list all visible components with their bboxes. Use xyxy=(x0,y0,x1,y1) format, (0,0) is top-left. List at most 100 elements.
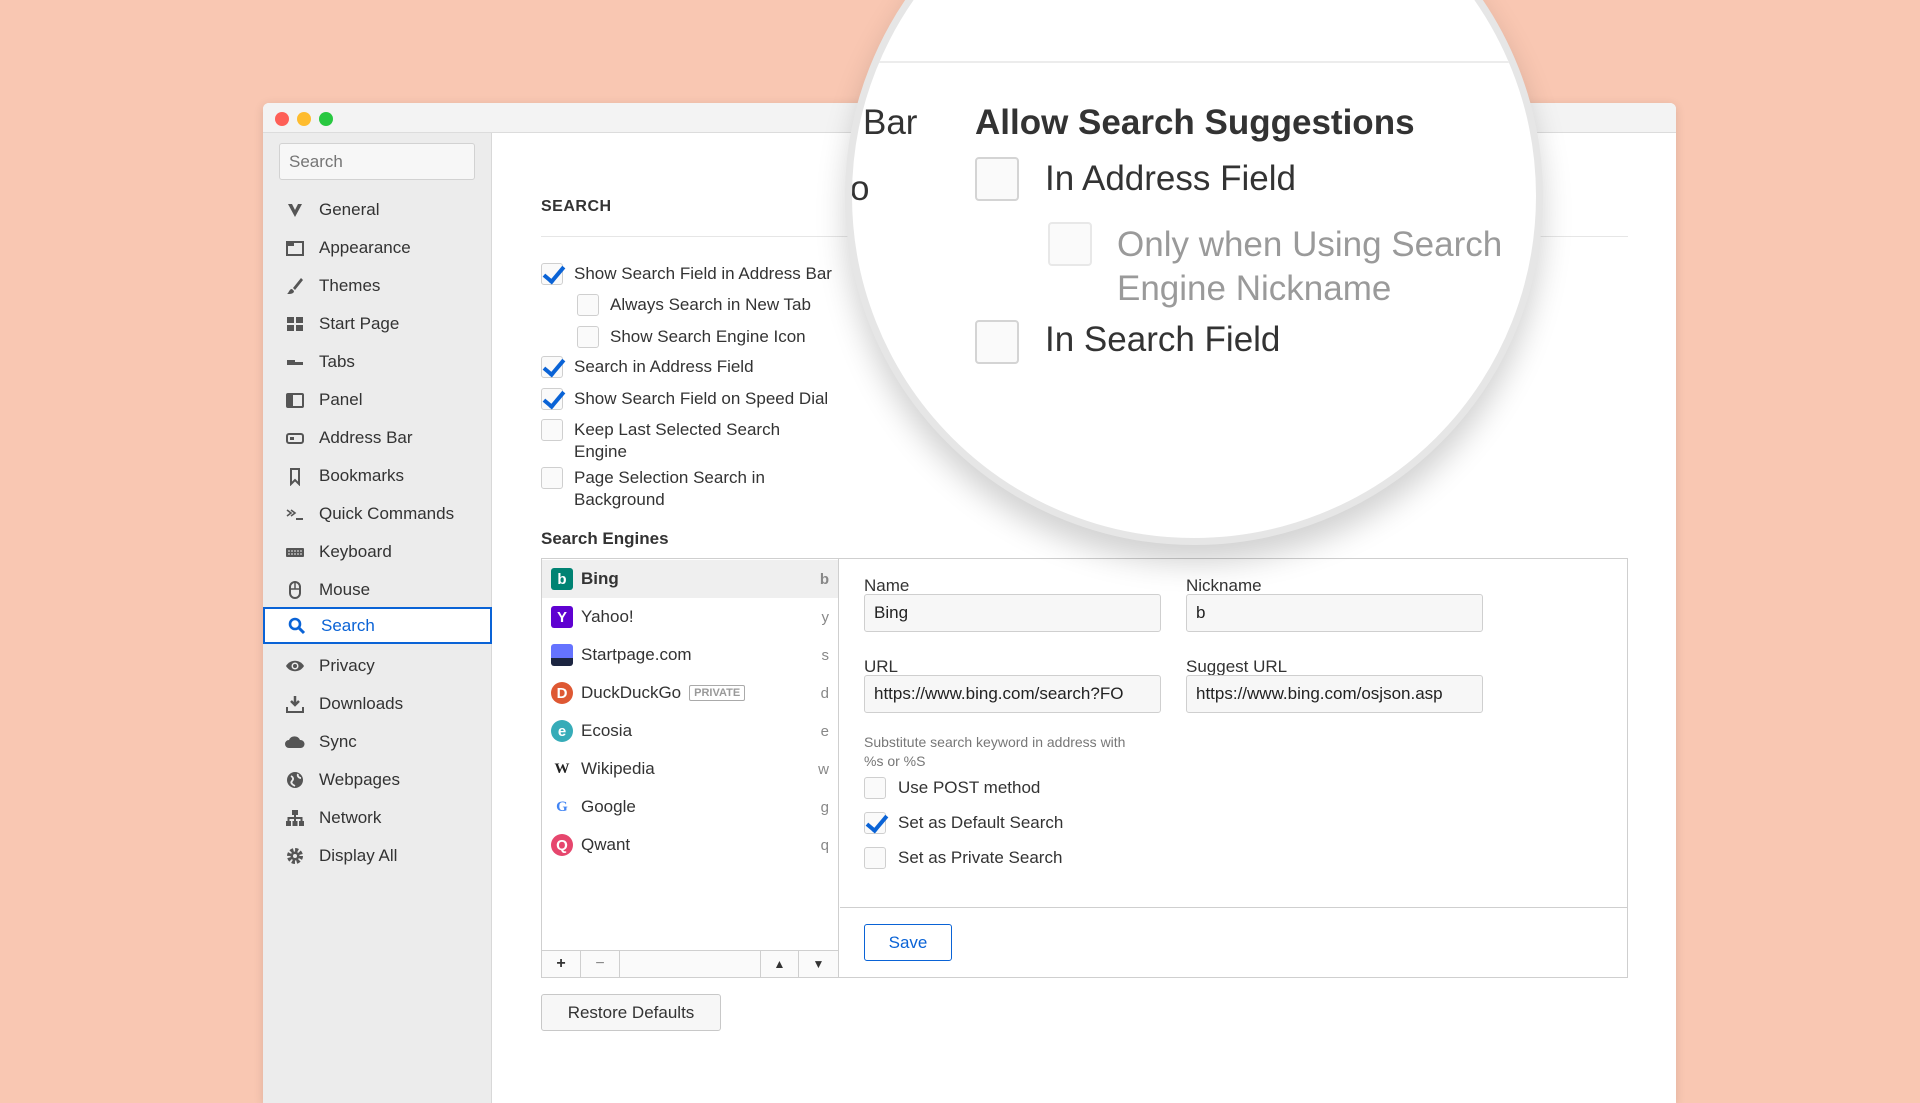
tabs-icon xyxy=(283,352,307,372)
engine-row-ecosia[interactable]: e Ecosia e xyxy=(542,712,838,750)
option-checkbox[interactable] xyxy=(577,294,599,316)
in-address-field-label: In Address Field xyxy=(1045,159,1296,198)
engine-name: Yahoo! xyxy=(581,607,634,626)
restore-defaults-button[interactable]: Restore Defaults xyxy=(541,994,721,1031)
sidebar-item-sync[interactable]: Sync xyxy=(263,723,492,760)
move-down-button[interactable]: ▼ xyxy=(799,951,838,977)
sidebar-item-label: Sync xyxy=(319,731,357,751)
option-checkbox[interactable] xyxy=(541,263,563,285)
option-label: Show Search Engine Icon xyxy=(610,327,806,346)
list-toolbar: + − ▲ ▼ xyxy=(542,950,838,977)
option-checkbox[interactable] xyxy=(541,388,563,410)
minimize-button[interactable] xyxy=(297,112,311,126)
grid-icon xyxy=(283,314,307,334)
sidebar-item-search[interactable]: Search xyxy=(263,607,492,644)
private-search-label: Set as Private Search xyxy=(898,848,1063,867)
remove-engine-button[interactable]: − xyxy=(581,951,620,977)
sidebar-item-bookmarks[interactable]: Bookmarks xyxy=(263,457,492,494)
sidebar-item-label: Bookmarks xyxy=(319,465,405,485)
terminal-icon xyxy=(283,504,307,524)
name-input[interactable]: Bing xyxy=(864,594,1161,632)
url-input[interactable]: https://www.bing.com/search?FO xyxy=(864,675,1161,713)
private-badge: PRIVATE xyxy=(689,685,746,701)
google-logo-icon: G xyxy=(551,796,573,818)
cloud-icon xyxy=(283,732,307,752)
sidebar-item-label: Network xyxy=(319,807,382,827)
sidebar-item-quick-commands[interactable]: Quick Commands xyxy=(263,495,492,532)
engine-name: Ecosia xyxy=(581,721,633,740)
nickname-only-checkbox[interactable] xyxy=(1048,222,1092,266)
sidebar-item-display-all[interactable]: Display All xyxy=(263,837,492,874)
search-engines-table: b Bing b Y Yahoo! y Startpage.com s D DuckDuckGo P… xyxy=(541,558,1628,978)
section-title: SEARCH xyxy=(541,198,612,215)
engine-row-qwant[interactable]: Q Qwant q xyxy=(542,826,838,864)
option-label: Search in Address Field xyxy=(574,357,754,376)
download-icon xyxy=(283,694,307,714)
zoom-button[interactable] xyxy=(319,112,333,126)
add-engine-button[interactable]: + xyxy=(542,951,581,977)
address-bar-icon xyxy=(283,428,307,448)
sidebar-search-input[interactable] xyxy=(279,143,475,180)
engine-shortcut: y xyxy=(821,608,830,626)
save-button[interactable]: Save xyxy=(864,924,952,961)
magnified-partial-text: Bar xyxy=(863,103,918,142)
sidebar-item-webpages[interactable]: Webpages xyxy=(263,761,492,798)
option-label: Show Search Field on Speed Dial xyxy=(574,389,829,408)
option-label: Show Search Field in Address Bar xyxy=(574,264,832,283)
sidebar-item-network[interactable]: Network xyxy=(263,799,492,836)
engine-row-duckduckgo[interactable]: D DuckDuckGo PRIVATE d xyxy=(542,674,838,712)
sidebar-item-address-bar[interactable]: Address Bar xyxy=(263,419,492,456)
sidebar-item-general[interactable]: General xyxy=(263,191,492,228)
magnified-partial-checkbox xyxy=(863,362,883,382)
sidebar-item-keyboard[interactable]: Keyboard xyxy=(263,533,492,570)
engine-list: b Bing b Y Yahoo! y Startpage.com s D DuckDuckGo P… xyxy=(542,559,839,977)
engine-row-yahoo[interactable]: Y Yahoo! y xyxy=(542,598,838,636)
bookmark-icon xyxy=(283,466,307,486)
private-search-checkbox[interactable] xyxy=(864,847,886,869)
brush-icon xyxy=(283,276,307,296)
use-post-label: Use POST method xyxy=(898,778,1041,797)
sidebar-item-label: General xyxy=(319,199,380,219)
sidebar-item-mouse[interactable]: Mouse xyxy=(263,571,492,608)
move-up-button[interactable]: ▲ xyxy=(760,951,799,977)
sidebar-item-themes[interactable]: Themes xyxy=(263,267,492,304)
engine-row-bing[interactable]: b Bing b xyxy=(542,560,838,598)
engine-shortcut: e xyxy=(820,722,829,740)
engine-shortcut: s xyxy=(821,646,830,664)
in-search-field-checkbox[interactable] xyxy=(975,320,1019,364)
option-label: Page Selection Search in Background xyxy=(574,467,765,511)
nickname-input[interactable]: b xyxy=(1186,594,1483,632)
sidebar-item-appearance[interactable]: Appearance xyxy=(263,229,492,266)
in-address-field-checkbox[interactable] xyxy=(975,157,1019,201)
suggest-url-input[interactable]: https://www.bing.com/osjson.asp xyxy=(1186,675,1483,713)
engine-shortcut: b xyxy=(819,570,829,588)
engine-name: Qwant xyxy=(581,835,631,854)
option-checkbox[interactable] xyxy=(577,326,599,348)
option-checkbox[interactable] xyxy=(541,356,563,378)
engine-row-wikipedia[interactable]: W Wikipedia w xyxy=(542,750,838,788)
keyboard-icon xyxy=(283,542,307,562)
sidebar-item-privacy[interactable]: Privacy xyxy=(263,647,492,684)
engine-name: DuckDuckGo xyxy=(581,683,682,702)
allow-suggestions-title: Allow Search Suggestions xyxy=(975,103,1415,142)
nickname-only-line1: Only when Using Search xyxy=(1117,225,1503,264)
engine-row-google[interactable]: G Google g xyxy=(542,788,838,826)
sidebar-item-downloads[interactable]: Downloads xyxy=(263,685,492,722)
sidebar-item-label: Themes xyxy=(319,275,381,295)
startpagecom-logo-icon xyxy=(551,644,573,666)
use-post-checkbox[interactable] xyxy=(864,777,886,799)
duckduckgo-logo-icon: D xyxy=(551,682,573,704)
engine-row-startpagecom[interactable]: Startpage.com s xyxy=(542,636,838,674)
sidebar-item-label: Quick Commands xyxy=(319,503,455,523)
sidebar-item-tabs[interactable]: Tabs xyxy=(263,343,492,380)
engine-shortcut: q xyxy=(820,836,829,854)
sidebar-item-start-page[interactable]: Start Page xyxy=(263,305,492,342)
close-button[interactable] xyxy=(275,112,289,126)
option-checkbox[interactable] xyxy=(541,419,563,441)
option-checkbox[interactable] xyxy=(541,467,563,489)
sidebar-item-panel[interactable]: Panel xyxy=(263,381,492,418)
default-search-checkbox[interactable] xyxy=(864,812,886,834)
search-icon xyxy=(285,616,309,636)
panel-icon xyxy=(283,390,307,410)
sidebar-item-label: Keyboard xyxy=(319,541,392,561)
